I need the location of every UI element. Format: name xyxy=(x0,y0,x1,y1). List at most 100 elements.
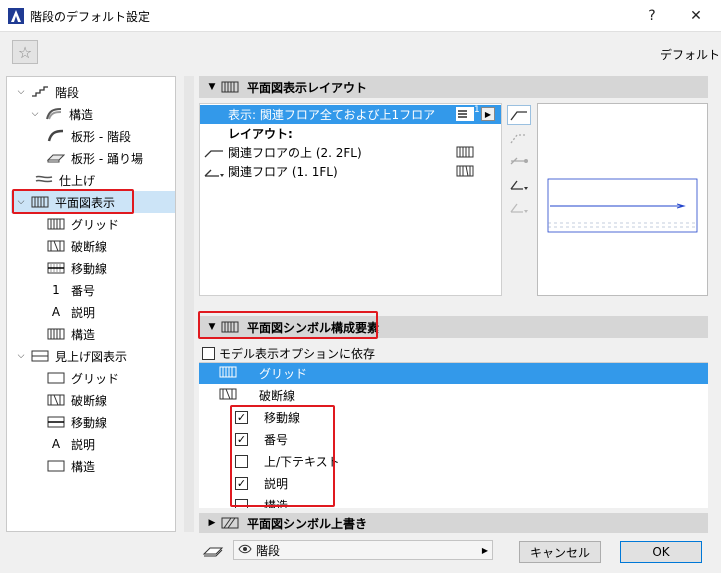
number-icon: 1 xyxy=(52,283,60,297)
tree-item-break-line[interactable]: 破断線 xyxy=(47,235,107,257)
slab-stair-icon xyxy=(47,129,65,143)
tree-item-number[interactable]: 1 番号 xyxy=(47,279,95,301)
symbol-row-structure[interactable]: 構造 xyxy=(199,495,708,508)
floors-icon xyxy=(456,107,474,121)
tree-item-stair[interactable]: ⌵ 階段 xyxy=(15,81,79,103)
layout-label-row: レイアウト: xyxy=(200,124,501,143)
symbol-row-break-line[interactable]: 破断線 xyxy=(199,385,708,406)
chevron-down-icon[interactable]: ⌵ xyxy=(15,351,27,361)
layout-section-header[interactable]: ▼ 平面図表示レイアウト xyxy=(199,76,708,98)
triangle-right-icon[interactable]: ▶ xyxy=(203,518,221,528)
upper-line-icon xyxy=(200,147,228,159)
grid-icon xyxy=(47,327,65,341)
help-button[interactable]: ? xyxy=(630,0,674,32)
display-label: 表示: 関連フロア全ておよび上1フロア xyxy=(228,108,436,122)
tree-item-slab-stair[interactable]: 板形 - 階段 xyxy=(47,125,131,147)
favorites-button[interactable]: ☆ xyxy=(12,40,38,64)
display-dropdown-arrow[interactable]: ▶ xyxy=(481,107,495,121)
layout-row-current[interactable]: 関連フロア (1. 1FL) xyxy=(200,162,501,181)
symbol-row-number[interactable]: ✓ 番号 xyxy=(199,429,708,450)
tree-item-label: グリッド xyxy=(71,371,120,386)
tree-item-label: 説明 xyxy=(71,437,96,452)
chevron-down-icon[interactable]: ⌵ xyxy=(29,109,41,119)
empty-rect-icon xyxy=(47,371,65,385)
tree-item-finish[interactable]: 仕上げ xyxy=(35,169,95,191)
settings-tree[interactable]: ⌵ 階段 ⌵ 構造 板形 - 階段 板形 - 踊り場 仕上げ ⌵ 平面図表示 グ… xyxy=(6,76,176,532)
tree-item-label: 構造 xyxy=(71,459,96,474)
chevron-down-icon[interactable]: ⌵ xyxy=(15,87,27,97)
walking-line-checkbox[interactable]: ✓ xyxy=(235,411,248,424)
model-option-checkbox-row[interactable]: モデル表示オプションに依存 xyxy=(202,345,375,362)
chevron-down-icon[interactable]: ⌵ xyxy=(15,197,27,207)
description-checkbox[interactable]: ✓ xyxy=(235,477,248,490)
close-button[interactable]: ✕ xyxy=(674,0,718,32)
break-line-icon xyxy=(47,393,65,407)
tree-item-structure[interactable]: ⌵ 構造 xyxy=(29,103,93,125)
symbol-row-walking-line[interactable]: ✓ 移動線 xyxy=(199,407,708,428)
splitter[interactable] xyxy=(184,76,194,532)
eye-icon xyxy=(234,543,256,557)
tree-item-description[interactable]: A 説明 xyxy=(47,301,95,323)
tree-item-rc-grid[interactable]: グリッド xyxy=(47,367,119,389)
tree-item-plan-structure[interactable]: 構造 xyxy=(47,323,95,345)
tool-current-line[interactable] xyxy=(507,174,531,194)
walking-line-icon xyxy=(47,261,65,275)
display-row[interactable]: 表示: 関連フロア全ておよび上1フロア 1 ▶ xyxy=(200,105,501,124)
section-title: 平面図表示レイアウト xyxy=(247,80,368,95)
break-line-icon xyxy=(456,165,474,180)
tool-arrow-line[interactable] xyxy=(507,151,531,171)
tree-item-label: グリッド xyxy=(71,217,120,232)
tree-item-grid[interactable]: グリッド xyxy=(47,213,119,235)
tree-item-reflected-ceiling[interactable]: ⌵ 見上げ図表示 xyxy=(15,345,127,367)
floor-plan-icon xyxy=(31,195,49,209)
chevron-right-icon: ▶ xyxy=(481,545,488,555)
grid-icon xyxy=(221,321,239,333)
symbol-row-label: 破断線 xyxy=(259,389,296,403)
tree-item-label: 構造 xyxy=(69,107,94,122)
layout-row-upper[interactable]: 関連フロアの上 (2. 2FL) xyxy=(200,143,501,162)
layers-icon[interactable] xyxy=(200,542,226,560)
ok-button[interactable]: OK xyxy=(620,541,702,563)
layout-list[interactable]: 表示: 関連フロア全ておよび上1フロア 1 ▶ レイアウト: 関連フロアの上 (… xyxy=(199,103,502,296)
finish-icon xyxy=(35,173,53,187)
model-option-label: モデル表示オプションに依存 xyxy=(219,347,376,361)
symbol-row-label: 番号 xyxy=(264,433,289,447)
symbol-section-header[interactable]: ▼ 平面図シンボル構成要素 xyxy=(199,316,708,338)
symbol-row-label: 説明 xyxy=(264,477,289,491)
layout-tool-column xyxy=(505,103,533,296)
triangle-down-icon[interactable]: ▼ xyxy=(203,322,221,332)
tree-item-label: 移動線 xyxy=(71,261,108,276)
tree-item-floor-plan[interactable]: ⌵ 平面図表示 xyxy=(11,191,175,213)
symbol-row-label: 移動線 xyxy=(264,411,301,425)
tree-item-rc-break-line[interactable]: 破断線 xyxy=(47,389,107,411)
symbol-row-label: グリッド xyxy=(259,367,308,381)
triangle-down-icon[interactable]: ▼ xyxy=(203,82,221,92)
layer-select-value: 階段 xyxy=(256,543,281,558)
override-section-header[interactable]: ▶ 平面図シンボル上書き xyxy=(199,513,708,533)
cancel-button[interactable]: キャンセル xyxy=(519,541,601,563)
archicad-app-icon xyxy=(8,8,24,24)
symbol-row-grid[interactable]: グリッド xyxy=(199,363,708,384)
override-icon xyxy=(221,517,239,529)
empty-rect-icon xyxy=(47,459,65,473)
tree-item-rc-structure[interactable]: 構造 xyxy=(47,455,95,477)
symbol-row-up-down-text[interactable]: 上/下テキスト xyxy=(199,451,708,472)
tree-item-slab-landing[interactable]: 板形 - 踊り場 xyxy=(47,147,143,169)
tool-upper-dashed[interactable] xyxy=(507,128,531,148)
tree-item-walking-line[interactable]: 移動線 xyxy=(47,257,107,279)
tree-item-rc-walking-line[interactable]: 移動線 xyxy=(47,411,107,433)
tool-lower-line[interactable] xyxy=(507,197,531,217)
display-badge: 1 xyxy=(474,105,480,115)
symbol-row-description[interactable]: ✓ 説明 xyxy=(199,473,708,494)
tree-item-label: 板形 - 踊り場 xyxy=(71,151,143,166)
number-checkbox[interactable]: ✓ xyxy=(235,433,248,446)
section-title: 平面図シンボル上書き xyxy=(247,516,368,531)
model-option-checkbox[interactable] xyxy=(202,347,215,360)
default-label: デフォルト xyxy=(660,48,721,62)
tool-upper-line[interactable] xyxy=(507,105,531,125)
layer-select[interactable]: 階段 ▶ xyxy=(233,540,493,560)
up-down-text-checkbox[interactable] xyxy=(235,455,248,468)
structure-checkbox[interactable] xyxy=(235,499,248,508)
symbol-component-list[interactable]: グリッド 破断線 ✓ 移動線 ✓ 番号 上/下テキスト ✓ 説明 構造 xyxy=(199,362,708,508)
tree-item-rc-description[interactable]: A 説明 xyxy=(47,433,95,455)
